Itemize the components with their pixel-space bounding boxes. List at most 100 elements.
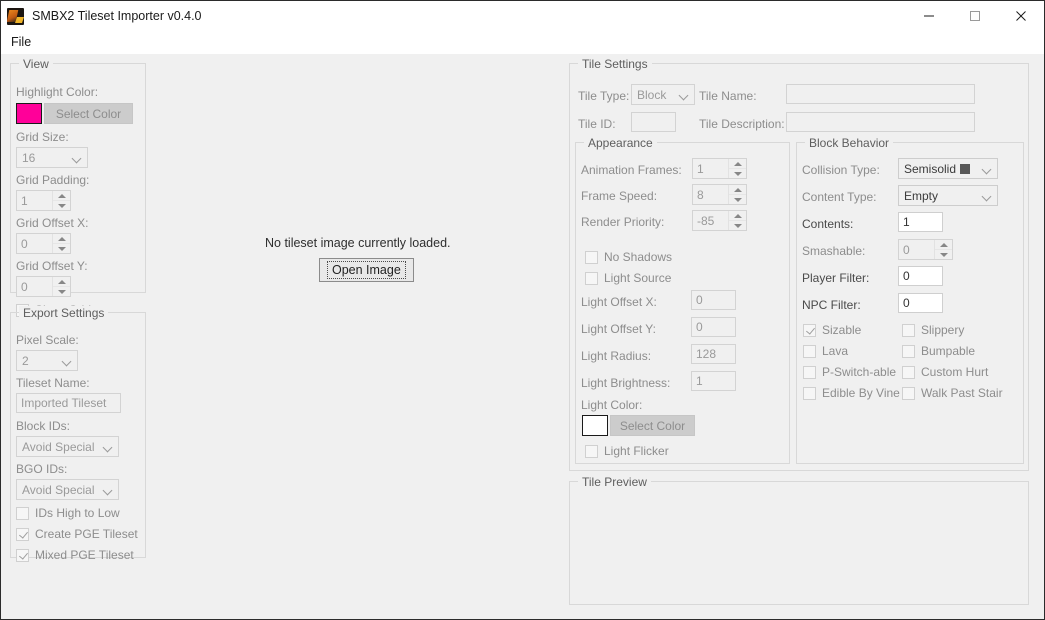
smashable-spin-buttons[interactable] — [934, 240, 952, 259]
animation-frames-label: Animation Frames: — [581, 163, 682, 177]
render-priority-label: Render Priority: — [581, 215, 665, 229]
no-shadows-label: No Shadows — [604, 250, 673, 264]
grid-size-combo[interactable]: 16 — [16, 147, 88, 168]
render-priority-spin-buttons[interactable] — [728, 211, 746, 230]
spinner-down-icon[interactable] — [729, 221, 746, 230]
light-offset-x-input[interactable]: 0 — [691, 290, 736, 310]
spinner-down-icon[interactable] — [53, 244, 70, 253]
block-ids-combo[interactable]: Avoid Special — [16, 436, 119, 457]
light-brightness-input[interactable]: 1 — [691, 371, 736, 391]
spinner-up-icon[interactable] — [53, 277, 70, 287]
light-source-label: Light Source — [604, 271, 672, 285]
spinner-up-icon[interactable] — [935, 240, 952, 250]
frame-speed-spinner[interactable]: 8 — [692, 184, 747, 205]
tile-description-input[interactable] — [786, 112, 975, 132]
close-icon[interactable] — [998, 1, 1044, 31]
light-flicker-checkbox[interactable]: Light Flicker — [585, 444, 669, 458]
checkbox-box — [902, 365, 915, 379]
light-offset-y-input[interactable]: 0 — [691, 317, 736, 337]
light-color-swatch[interactable] — [582, 415, 608, 436]
flag-bumpable-checkbox[interactable]: Bumpable — [902, 344, 975, 358]
mixed-pge-tileset-label: Mixed PGE Tileset — [35, 548, 134, 562]
pixel-scale-combo[interactable]: 2 — [16, 350, 78, 371]
smashable-spinner[interactable]: 0 — [898, 239, 953, 260]
tile-description-label: Tile Description: — [699, 117, 785, 131]
chevron-down-icon — [98, 444, 118, 449]
no-shadows-checkbox[interactable]: No Shadows — [585, 250, 672, 264]
empty-canvas-message: No tileset image currently loaded. — [265, 236, 451, 250]
chevron-down-icon — [67, 155, 87, 160]
grid-offset-x-spinner[interactable]: 0 — [16, 233, 71, 254]
checkbox-box — [16, 548, 29, 562]
title-bar: SMBX2 Tileset Importer v0.4.0 — [1, 1, 1044, 31]
frame-speed-spin-buttons[interactable] — [728, 185, 746, 204]
tile-type-label: Tile Type: — [578, 89, 630, 103]
animation-frames-spin-buttons[interactable] — [728, 159, 746, 178]
light-radius-input[interactable]: 128 — [691, 344, 736, 364]
spinner-up-icon[interactable] — [53, 234, 70, 244]
checkbox-box — [803, 386, 816, 400]
frame-speed-value: 8 — [697, 187, 704, 202]
npc-filter-input[interactable]: 0 — [898, 293, 943, 313]
chevron-down-icon — [674, 92, 694, 97]
spinner-down-icon[interactable] — [729, 169, 746, 178]
tile-settings-panel: Tile Settings Tile Type: Block Tile Name… — [569, 57, 1029, 471]
grid-offset-y-spinner[interactable]: 0 — [16, 276, 71, 297]
grid-offset-x-spin-buttons[interactable] — [52, 234, 70, 253]
flag-walk-past-stair-checkbox[interactable]: Walk Past Stair — [902, 386, 1003, 400]
tile-type-value: Block — [637, 87, 667, 102]
player-filter-input[interactable]: 0 — [898, 266, 943, 286]
spinner-down-icon[interactable] — [729, 195, 746, 204]
window-title: SMBX2 Tileset Importer v0.4.0 — [32, 9, 202, 23]
checkbox-box — [585, 250, 598, 264]
collision-type-combo[interactable]: Semisolid — [898, 158, 998, 179]
minimize-icon[interactable] — [906, 1, 952, 31]
flag-label: Bumpable — [921, 344, 976, 358]
light-select-color-button[interactable]: Select Color — [610, 415, 695, 436]
flag-p-switch-able-checkbox[interactable]: P-Switch-able — [803, 365, 896, 379]
collision-type-label: Collision Type: — [802, 163, 880, 177]
mixed-pge-tileset-checkbox[interactable]: Mixed PGE Tileset — [16, 548, 134, 562]
spinner-down-icon[interactable] — [935, 250, 952, 259]
flag-label: Sizable — [822, 323, 862, 337]
grid-padding-spinner[interactable]: 1 — [16, 190, 71, 211]
spinner-down-icon[interactable] — [53, 287, 70, 296]
tileset-name-input[interactable]: Imported Tileset — [16, 393, 121, 413]
flag-lava-checkbox[interactable]: Lava — [803, 344, 848, 358]
highlight-color-swatch[interactable] — [16, 103, 42, 124]
flag-label: P-Switch-able — [822, 365, 897, 379]
flag-slippery-checkbox[interactable]: Slippery — [902, 323, 964, 337]
tile-settings-legend: Tile Settings — [578, 57, 652, 71]
ids-high-to-low-checkbox[interactable]: IDs High to Low — [16, 506, 120, 520]
menu-item-file[interactable]: File — [1, 31, 39, 54]
spinner-up-icon[interactable] — [53, 191, 70, 201]
create-pge-tileset-checkbox[interactable]: Create PGE Tileset — [16, 527, 138, 541]
maximize-icon[interactable] — [952, 1, 998, 31]
spinner-up-icon[interactable] — [729, 185, 746, 195]
spinner-up-icon[interactable] — [729, 159, 746, 169]
open-image-button[interactable]: Open Image — [319, 258, 414, 282]
grid-offset-y-spin-buttons[interactable] — [52, 277, 70, 296]
checkbox-box — [16, 527, 29, 541]
tile-name-input[interactable] — [786, 84, 975, 104]
tileset-name-label: Tileset Name: — [16, 376, 90, 390]
block-ids-value: Avoid Special — [22, 439, 95, 454]
grid-padding-spin-buttons[interactable] — [52, 191, 70, 210]
render-priority-spinner[interactable]: -85 — [692, 210, 747, 231]
flag-custom-hurt-checkbox[interactable]: Custom Hurt — [902, 365, 988, 379]
checkbox-box — [803, 344, 816, 358]
spinner-down-icon[interactable] — [53, 201, 70, 210]
pixel-scale-label: Pixel Scale: — [16, 333, 79, 347]
grid-offset-x-label: Grid Offset X: — [16, 216, 89, 230]
flag-sizable-checkbox[interactable]: Sizable — [803, 323, 861, 337]
tile-id-input[interactable] — [631, 112, 676, 132]
tile-type-combo[interactable]: Block — [631, 84, 695, 105]
contents-input[interactable]: 1 — [898, 212, 943, 232]
flag-edible-by-vine-checkbox[interactable]: Edible By Vine — [803, 386, 900, 400]
animation-frames-spinner[interactable]: 1 — [692, 158, 747, 179]
light-source-checkbox[interactable]: Light Source — [585, 271, 671, 285]
content-type-combo[interactable]: Empty — [898, 185, 998, 206]
spinner-up-icon[interactable] — [729, 211, 746, 221]
highlight-select-color-button[interactable]: Select Color — [44, 103, 133, 124]
bgo-ids-combo[interactable]: Avoid Special — [16, 479, 119, 500]
